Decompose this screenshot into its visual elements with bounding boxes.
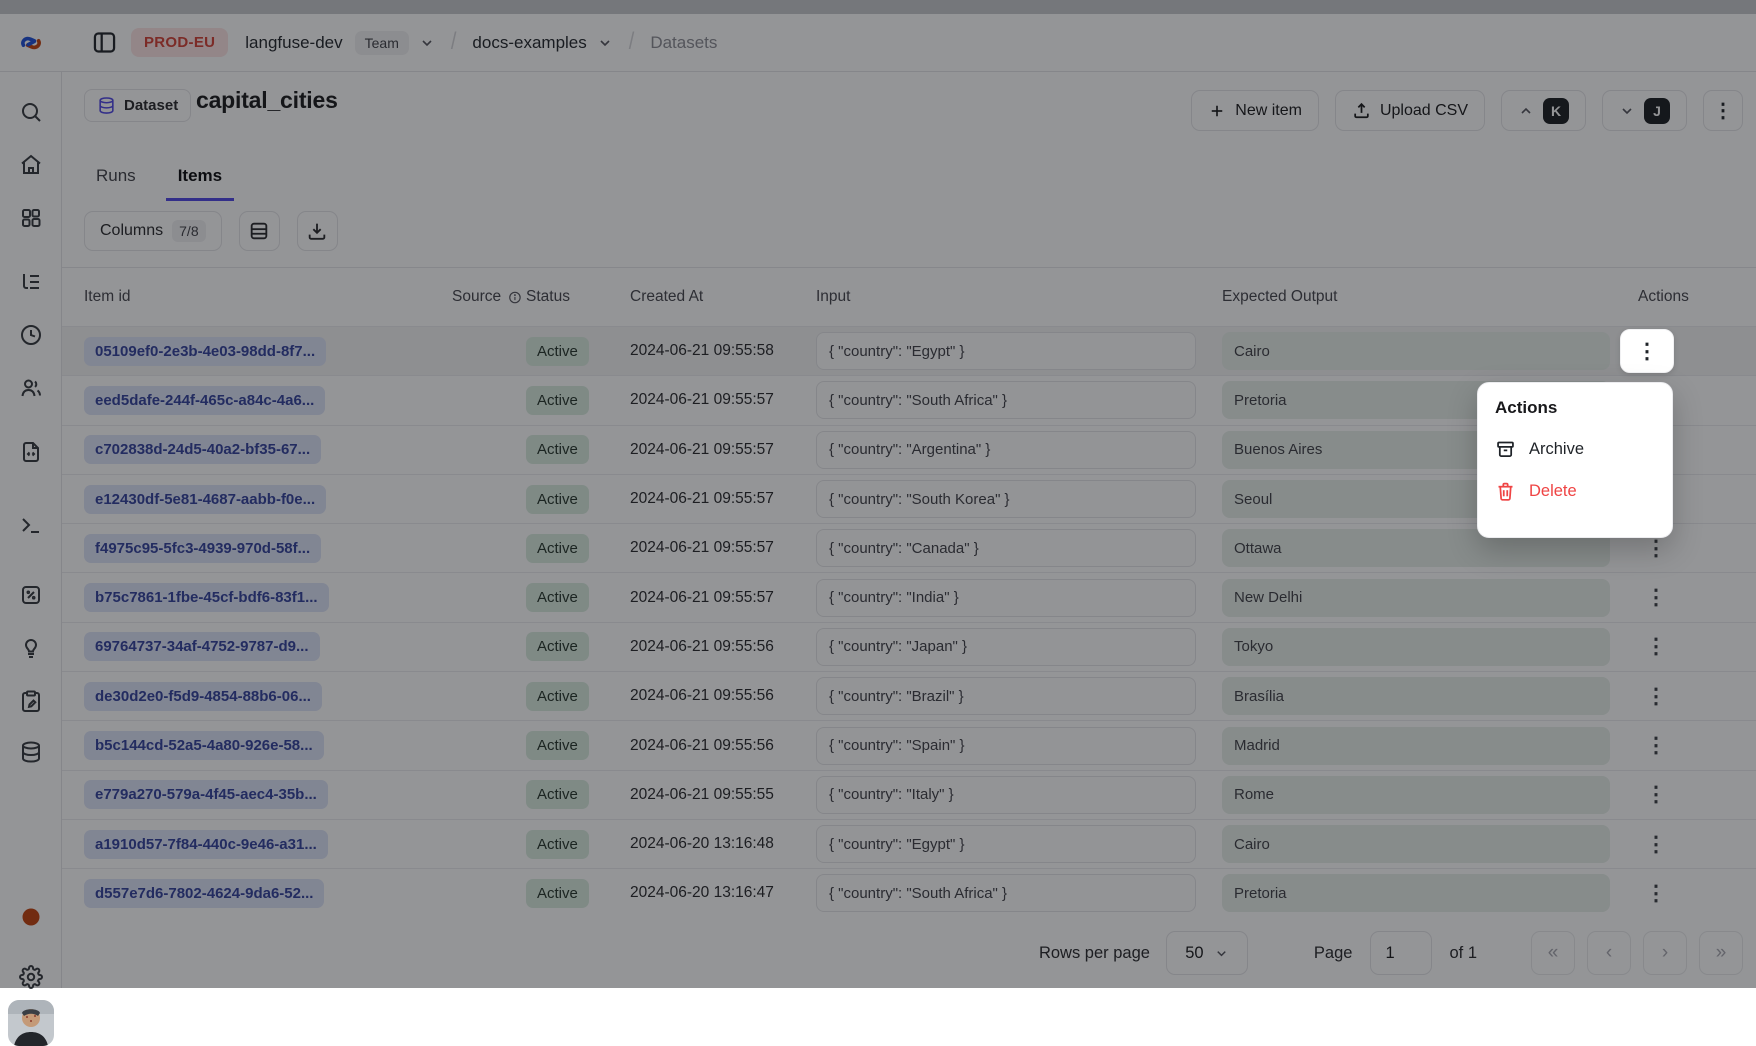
menu-item-delete-label: Delete bbox=[1529, 482, 1577, 501]
archive-icon bbox=[1495, 439, 1516, 460]
trash-icon bbox=[1495, 481, 1516, 502]
kebab-vertical-icon: ⋮ bbox=[1637, 341, 1658, 362]
popup-title: Actions bbox=[1495, 398, 1655, 418]
actions-popup-menu: Actions Archive Delete bbox=[1477, 382, 1673, 538]
menu-item-archive[interactable]: Archive bbox=[1495, 439, 1655, 460]
app-root: PROD-EU langfuse-dev Team / docs-example… bbox=[0, 0, 1756, 988]
user-avatar[interactable] bbox=[8, 1000, 54, 1046]
menu-item-delete[interactable]: Delete bbox=[1495, 481, 1655, 502]
row-actions-trigger-active[interactable]: ⋮ bbox=[1620, 329, 1674, 373]
menu-item-archive-label: Archive bbox=[1529, 440, 1584, 459]
